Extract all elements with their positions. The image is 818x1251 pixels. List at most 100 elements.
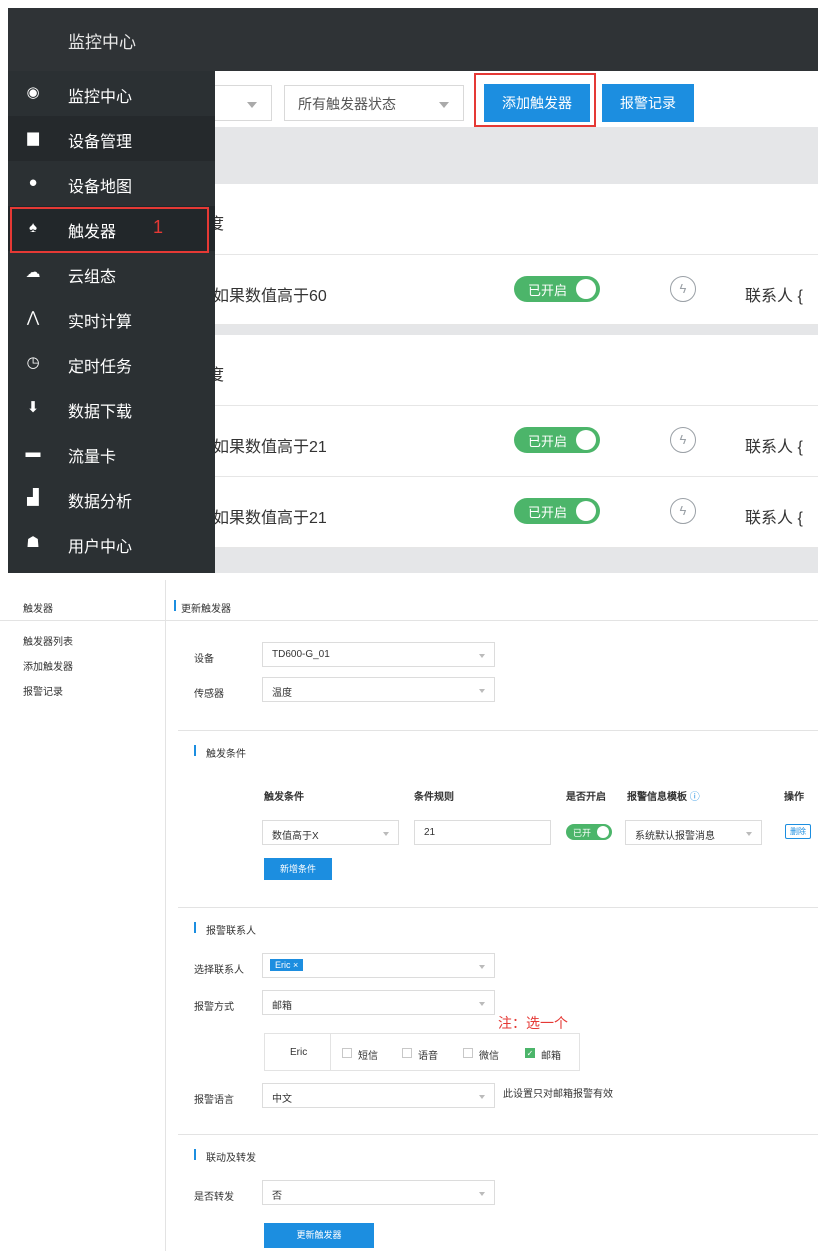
toggle-knob bbox=[576, 430, 596, 450]
chevron-down-icon bbox=[746, 832, 752, 836]
lightning-icon[interactable]: ϟ bbox=[670, 276, 696, 302]
toggle-label: 已开 bbox=[573, 828, 592, 838]
sensor-value: 温度 bbox=[272, 688, 292, 699]
chevron-down-icon bbox=[383, 832, 389, 836]
sidebar-item-user-center[interactable]: ☗ 用户中心 bbox=[8, 521, 215, 566]
sidebar-item-label: 实时计算 bbox=[68, 314, 133, 331]
contacts-section-title: 报警联系人 bbox=[206, 926, 256, 937]
delete-button[interactable]: 删除 bbox=[785, 824, 811, 839]
col-header-rule: 条件规则 bbox=[414, 792, 454, 803]
chevron-down-icon bbox=[479, 1095, 485, 1099]
device-filter-select[interactable] bbox=[206, 85, 272, 121]
sidebar-item-device-map[interactable]: ● 设备地图 bbox=[8, 161, 215, 206]
trigger-condition: 如果数值高于60 bbox=[213, 288, 327, 305]
sidebar-item-label: 数据下载 bbox=[68, 404, 133, 421]
email-checkbox[interactable]: ✓ bbox=[525, 1048, 535, 1058]
device-icon: ▆ bbox=[27, 129, 39, 146]
alarm-method-label: 报警方式 bbox=[194, 1002, 234, 1013]
chevron-down-icon bbox=[479, 654, 485, 658]
rule-input[interactable]: 21 bbox=[414, 820, 551, 845]
template-select[interactable]: 系统默认报警消息 bbox=[625, 820, 762, 845]
device-value: TD600-G_01 bbox=[272, 649, 330, 660]
condition-toggle[interactable]: 已开 bbox=[566, 824, 612, 840]
condition-select[interactable]: 数值高于X bbox=[262, 820, 399, 845]
alarm-records-button[interactable]: 报警记录 bbox=[602, 84, 694, 122]
alarm-method-select[interactable]: 邮箱 bbox=[262, 990, 495, 1015]
sidebar: ◉ 监控中心 ▆ 设备管理 ● 设备地图 ♠ 触发器 1 ☁ 云组态 ⋀ 实时计… bbox=[8, 71, 215, 573]
sensor-select[interactable]: 温度 bbox=[262, 677, 495, 702]
sidebar-item-download[interactable]: ⬇ 数据下载 bbox=[8, 386, 215, 431]
contact-name: Eric bbox=[290, 1047, 308, 1058]
download-icon: ⬇ bbox=[26, 399, 40, 416]
contact-tag[interactable]: Eric × bbox=[270, 959, 304, 971]
sidebar-item-label: 云组态 bbox=[68, 269, 117, 286]
sms-checkbox[interactable] bbox=[342, 1048, 352, 1058]
sensor-label: 传感器 bbox=[194, 689, 224, 700]
menu-item-add-trigger[interactable]: 添加触发器 bbox=[23, 658, 73, 673]
lightning-icon[interactable]: ϟ bbox=[670, 427, 696, 453]
rule-value: 21 bbox=[424, 827, 436, 838]
select-contact-label: 选择联系人 bbox=[194, 965, 244, 976]
sidebar-item-realtime[interactable]: ⋀ 实时计算 bbox=[8, 296, 215, 341]
device-select[interactable]: TD600-G_01 bbox=[262, 642, 495, 667]
lightning-icon[interactable]: ϟ bbox=[670, 498, 696, 524]
col-header-enabled: 是否开启 bbox=[566, 792, 606, 803]
voice-checkbox[interactable] bbox=[402, 1048, 412, 1058]
trigger-condition: 如果数值高于21 bbox=[213, 510, 327, 527]
update-trigger-button[interactable]: 更新触发器 bbox=[264, 1223, 374, 1248]
col-header-template: 报警信息模板 ⓘ bbox=[627, 792, 700, 803]
condition-value: 数值高于X bbox=[272, 831, 319, 842]
sidebar-item-label: 流量卡 bbox=[68, 449, 117, 466]
channel-box: Eric 短信 语音 微信 ✓ 邮箱 bbox=[264, 1033, 580, 1071]
trigger-status-select[interactable]: 所有触发器状态 bbox=[284, 85, 464, 121]
left-menu: 触发器 触发器列表 添加触发器 报警记录 bbox=[0, 580, 166, 1251]
chevron-down-icon bbox=[479, 689, 485, 693]
highlight-box-2 bbox=[474, 73, 596, 127]
divider bbox=[178, 907, 818, 908]
section-bar bbox=[194, 1149, 196, 1160]
bottom-screenshot: 触发器 触发器列表 添加触发器 报警记录 更新触发器 设备 TD600-G_01… bbox=[0, 580, 818, 1251]
chevron-down-icon bbox=[479, 965, 485, 969]
forward-select[interactable]: 否 bbox=[262, 1180, 495, 1205]
col-header-action: 操作 bbox=[784, 792, 804, 803]
alarm-language-label: 报警语言 bbox=[194, 1095, 234, 1106]
trigger-toggle[interactable]: 已开启 bbox=[514, 427, 600, 453]
sidebar-item-devices[interactable]: ▆ 设备管理 bbox=[8, 116, 215, 161]
contact-select[interactable]: Eric × bbox=[262, 953, 495, 978]
top-header: 监控中心 bbox=[8, 8, 818, 71]
left-menu-title: 触发器 bbox=[23, 604, 53, 615]
header-title: 监控中心 bbox=[68, 33, 136, 52]
forward-label: 是否转发 bbox=[194, 1192, 234, 1203]
sidebar-item-scheduled[interactable]: ◷ 定时任务 bbox=[8, 341, 215, 386]
target-icon: ◉ bbox=[26, 84, 40, 101]
toggle-label: 已开启 bbox=[528, 283, 568, 298]
chevron-down-icon bbox=[439, 102, 449, 108]
divider bbox=[178, 1134, 818, 1135]
clock-icon: ◷ bbox=[26, 354, 40, 371]
top-screenshot: 监控中心 所有触发器状态 添加触发器 报警记录 2 度 如果数值高于60 已开启… bbox=[8, 8, 818, 573]
trigger-toggle[interactable]: 已开启 bbox=[514, 276, 600, 302]
email-label: 邮箱 bbox=[541, 1051, 561, 1062]
sms-label: 短信 bbox=[358, 1051, 378, 1062]
alarm-language-select[interactable]: 中文 bbox=[262, 1083, 495, 1108]
sidebar-item-cloud[interactable]: ☁ 云组态 bbox=[8, 251, 215, 296]
trigger-toggle[interactable]: 已开启 bbox=[514, 498, 600, 524]
trigger-condition: 如果数值高于21 bbox=[213, 439, 327, 456]
sidebar-item-analytics[interactable]: ▟ 数据分析 bbox=[8, 476, 215, 521]
divider bbox=[0, 620, 165, 621]
toggle-label: 已开启 bbox=[528, 434, 568, 449]
linkage-section-title: 联动及转发 bbox=[206, 1153, 256, 1164]
divider bbox=[166, 620, 818, 621]
menu-item-trigger-list[interactable]: 触发器列表 bbox=[23, 633, 73, 648]
help-icon: ⓘ bbox=[689, 792, 700, 803]
conditions-section-title: 触发条件 bbox=[206, 749, 246, 760]
sidebar-item-monitor[interactable]: ◉ 监控中心 bbox=[8, 71, 215, 116]
toggle-knob bbox=[576, 279, 596, 299]
contact-label: 联系人 { bbox=[745, 510, 803, 527]
menu-item-alarm-records[interactable]: 报警记录 bbox=[23, 683, 63, 698]
wechat-label: 微信 bbox=[479, 1051, 499, 1062]
add-condition-button[interactable]: 新增条件 bbox=[264, 858, 332, 880]
sidebar-item-traffic-card[interactable]: ▬ 流量卡 bbox=[8, 431, 215, 476]
annotation-note: 注：选一个 bbox=[498, 1015, 568, 1031]
wechat-checkbox[interactable] bbox=[463, 1048, 473, 1058]
